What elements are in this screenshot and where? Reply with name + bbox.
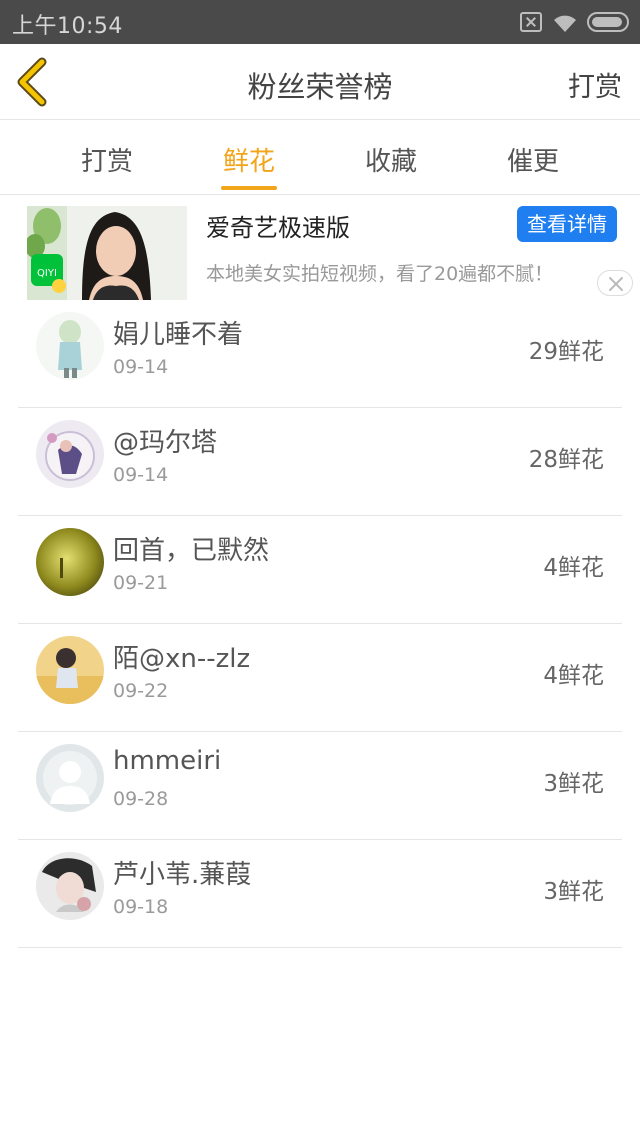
ad-photo: QIYI	[27, 206, 187, 300]
tab-flowers[interactable]: 鲜花	[189, 141, 309, 178]
ad-title: 爱奇艺极速版	[206, 214, 350, 242]
no-sim-icon	[520, 12, 542, 32]
fan-name: 芦小苇.蒹葭	[113, 860, 252, 890]
ad-close-button[interactable]	[597, 270, 633, 296]
list-item[interactable]: 芦小苇.蒹葭 09-18 3鲜花	[0, 840, 640, 948]
flower-count: 4鲜花	[543, 555, 604, 581]
active-tab-indicator	[221, 186, 277, 190]
battery-icon	[587, 12, 629, 32]
tab-bar: 打赏 鲜花 收藏 催更	[0, 121, 640, 195]
status-bar: 上午10:54	[0, 0, 640, 44]
flower-count: 3鲜花	[543, 771, 604, 797]
divider	[18, 947, 622, 948]
wifi-icon	[554, 15, 576, 32]
list-item[interactable]: 回首，已默然 09-21 4鲜花	[0, 516, 640, 624]
avatar	[36, 852, 104, 920]
list-item[interactable]: 娟儿睡不着 09-14 29鲜花	[0, 300, 640, 408]
fan-name: @玛尔塔	[113, 428, 218, 458]
flower-count: 4鲜花	[543, 663, 604, 689]
header: 粉丝荣誉榜 打赏	[0, 44, 640, 120]
fan-date: 09-22	[113, 680, 169, 702]
list-item[interactable]: hmmeiri 09-28 3鲜花	[0, 732, 640, 840]
avatar	[36, 528, 104, 596]
fan-name: hmmeiri	[113, 746, 222, 776]
tab-reward[interactable]: 打赏	[47, 141, 167, 178]
tab-urge-update[interactable]: 催更	[473, 141, 593, 178]
ad-details-button[interactable]: 查看详情	[517, 206, 617, 242]
fan-date: 09-14	[113, 464, 169, 486]
reward-button[interactable]: 打赏	[568, 65, 622, 104]
fan-date: 09-18	[113, 896, 169, 918]
ad-image[interactable]: QIYI	[27, 206, 187, 300]
fan-date: 09-21	[113, 572, 169, 594]
flower-count: 3鲜花	[543, 879, 604, 905]
fan-name: 娟儿睡不着	[113, 320, 244, 350]
avatar	[36, 636, 104, 704]
fan-date: 09-14	[113, 356, 169, 378]
qiyi-logo-text: QIYI	[37, 268, 57, 279]
list-item[interactable]: @玛尔塔 09-14 28鲜花	[0, 408, 640, 516]
fan-name: 回首，已默然	[113, 536, 270, 566]
fan-date: 09-28	[113, 788, 169, 810]
page-title: 粉丝荣誉榜	[247, 70, 393, 104]
ad-description: 本地美女实拍短视频，看了20遍都不腻！	[206, 263, 554, 285]
flower-count: 29鲜花	[528, 339, 604, 365]
avatar	[36, 312, 104, 380]
close-icon	[609, 277, 623, 291]
avatar	[36, 420, 104, 488]
tab-favorites[interactable]: 收藏	[331, 141, 451, 178]
fan-name: 陌@xn--zlz	[113, 644, 251, 674]
ad-banner[interactable]: QIYI 爱奇艺极速版 查看详情 本地美女实拍短视频，看了20遍都不腻！	[0, 196, 640, 302]
status-time: 上午10:54	[12, 14, 123, 39]
avatar	[36, 744, 104, 812]
flower-count: 28鲜花	[528, 447, 604, 473]
list-item[interactable]: 陌@xn--zlz 09-22 4鲜花	[0, 624, 640, 732]
